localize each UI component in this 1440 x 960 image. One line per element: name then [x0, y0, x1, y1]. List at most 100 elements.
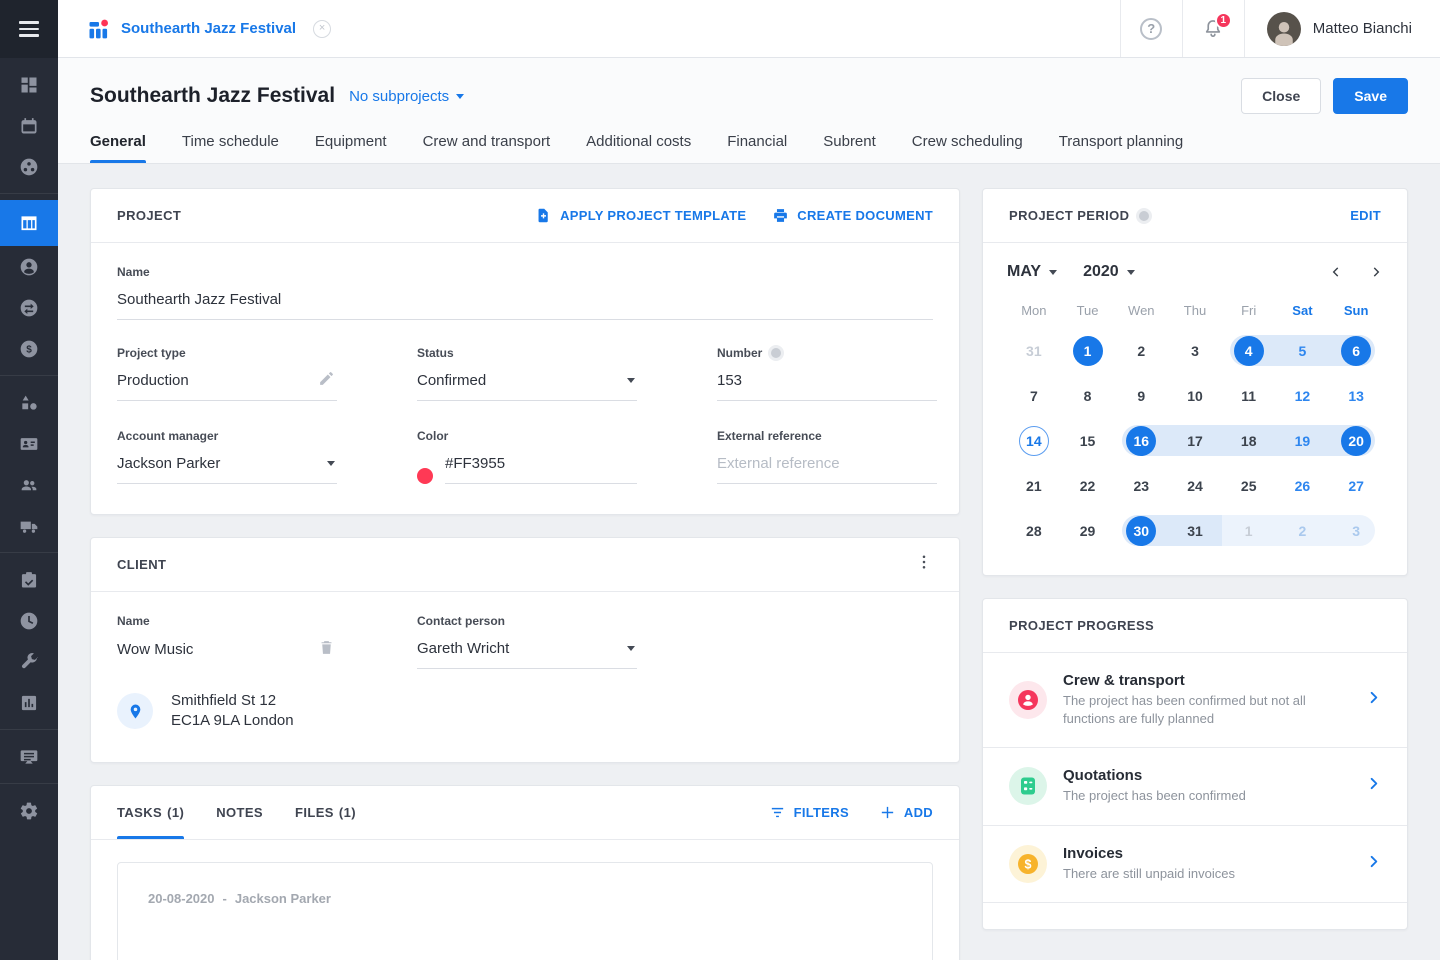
calendar-day[interactable]: 8 [1061, 373, 1115, 418]
sidebar-item-crew[interactable] [0, 464, 58, 505]
close-button[interactable]: Close [1241, 78, 1321, 114]
sidebar-item-dashboard[interactable] [0, 64, 58, 105]
status-select[interactable]: Confirmed [417, 363, 637, 401]
project-name-input[interactable] [117, 291, 931, 308]
calendar-day[interactable]: 29 [1061, 508, 1115, 553]
calendar-day[interactable]: 28 [1007, 508, 1061, 553]
color-swatch[interactable] [417, 468, 433, 484]
user-menu[interactable]: Matteo Bianchi [1244, 0, 1440, 57]
project-type-field[interactable]: Production [117, 363, 337, 401]
sidebar-item-equipment[interactable] [0, 382, 58, 423]
calendar-day[interactable]: 31 [1168, 508, 1222, 553]
calendar-day[interactable]: 3 [1168, 328, 1222, 373]
calendar-day[interactable]: 20 [1329, 418, 1383, 463]
month-select[interactable]: MAY [1007, 263, 1057, 281]
tab-financial[interactable]: Financial [727, 133, 787, 163]
sidebar-item-finance[interactable]: $ [0, 328, 58, 369]
save-button[interactable]: Save [1333, 78, 1408, 114]
tab-files[interactable]: FILES(1) [295, 786, 356, 839]
calendar-day[interactable]: 19 [1276, 418, 1330, 463]
task-list-item[interactable]: 20-08-2020 - Jackson Parker [117, 862, 933, 960]
filters-button[interactable]: FILTERS [769, 804, 849, 821]
apply-project-template-button[interactable]: APPLY PROJECT TEMPLATE [535, 207, 746, 224]
calendar-day[interactable]: 25 [1222, 463, 1276, 508]
year-select[interactable]: 2020 [1083, 263, 1135, 281]
prev-month-icon[interactable] [1329, 265, 1343, 279]
calendar-day[interactable]: 18 [1222, 418, 1276, 463]
calendar-day[interactable]: 31 [1007, 328, 1061, 373]
pencil-icon[interactable] [318, 370, 335, 391]
calendar-day[interactable]: 22 [1061, 463, 1115, 508]
calendar-day[interactable]: 21 [1007, 463, 1061, 508]
calendar-day[interactable]: 10 [1168, 373, 1222, 418]
calendar-day[interactable]: 24 [1168, 463, 1222, 508]
sidebar-item-projects[interactable] [0, 200, 58, 246]
create-document-button[interactable]: CREATE DOCUMENT [772, 207, 933, 224]
notifications-button[interactable]: 1 [1182, 0, 1244, 57]
calendar-day[interactable]: 23 [1114, 463, 1168, 508]
calendar-day[interactable]: 4 [1222, 328, 1276, 373]
tab-notes[interactable]: NOTES [216, 786, 263, 839]
number-field[interactable] [717, 363, 937, 401]
calendar-day[interactable]: 15 [1061, 418, 1115, 463]
tab-additional-costs[interactable]: Additional costs [586, 133, 691, 163]
number-input[interactable] [717, 372, 935, 389]
menu-icon[interactable] [0, 0, 58, 58]
tab-time-schedule[interactable]: Time schedule [182, 133, 279, 163]
calendar-day[interactable]: 1 [1222, 508, 1276, 553]
sidebar-item-tasks[interactable] [0, 559, 58, 600]
external-reference-field[interactable] [717, 446, 937, 484]
sidebar-item-settings[interactable] [0, 790, 58, 831]
sidebar-item-calendar[interactable] [0, 105, 58, 146]
calendar-day[interactable]: 16 [1114, 418, 1168, 463]
calendar-day[interactable]: 17 [1168, 418, 1222, 463]
add-button[interactable]: ADD [879, 804, 933, 821]
calendar-day[interactable]: 3 [1329, 508, 1383, 553]
calendar-day[interactable]: 5 [1276, 328, 1330, 373]
tab-transport-planning[interactable]: Transport planning [1059, 133, 1184, 163]
calendar-day[interactable]: 9 [1114, 373, 1168, 418]
tab-tasks[interactable]: TASKS(1) [117, 786, 184, 839]
calendar-day[interactable]: 30 [1114, 508, 1168, 553]
calendar-day[interactable]: 26 [1276, 463, 1330, 508]
calendar-day[interactable]: 11 [1222, 373, 1276, 418]
progress-item-quotations[interactable]: Quotations The project has been confirme… [983, 748, 1407, 825]
sidebar-item-account[interactable] [0, 246, 58, 287]
calendar-day[interactable]: 6 [1329, 328, 1383, 373]
kebab-menu-icon[interactable] [915, 553, 933, 576]
tab-close-icon[interactable]: × [313, 20, 331, 38]
sidebar-item-contacts[interactable] [0, 423, 58, 464]
progress-item-crew-transport[interactable]: Crew & transport The project has been co… [983, 653, 1407, 748]
sidebar-item-reports[interactable] [0, 682, 58, 723]
project-name-field[interactable] [117, 282, 933, 320]
tab-equipment[interactable]: Equipment [315, 133, 387, 163]
sidebar-item-time[interactable] [0, 600, 58, 641]
sidebar-item-transfers[interactable] [0, 287, 58, 328]
calendar-day[interactable]: 27 [1329, 463, 1383, 508]
sidebar-item-repairs[interactable] [0, 641, 58, 682]
tab-subrent[interactable]: Subrent [823, 133, 876, 163]
sidebar-item-board[interactable] [0, 736, 58, 777]
help-button[interactable]: ? [1120, 0, 1182, 57]
calendar-day[interactable]: 7 [1007, 373, 1061, 418]
color-field[interactable]: #FF3955 [445, 446, 637, 484]
external-reference-input[interactable] [717, 455, 935, 472]
calendar-day[interactable]: 12 [1276, 373, 1330, 418]
progress-item-invoices[interactable]: $ Invoices There are still unpaid invoic… [983, 826, 1407, 903]
sidebar-item-wheel[interactable] [0, 146, 58, 187]
contact-person-select[interactable]: Gareth Wricht [417, 631, 637, 669]
calendar-day[interactable]: 1 [1061, 328, 1115, 373]
calendar-day[interactable]: 2 [1276, 508, 1330, 553]
tab-crew-and-transport[interactable]: Crew and transport [423, 133, 551, 163]
calendar-day[interactable]: 13 [1329, 373, 1383, 418]
tab-general[interactable]: General [90, 133, 146, 163]
trash-icon[interactable] [318, 639, 335, 660]
sidebar-item-transport[interactable] [0, 505, 58, 546]
tab-crew-scheduling[interactable]: Crew scheduling [912, 133, 1023, 163]
subprojects-dropdown[interactable]: No subprojects [349, 88, 464, 105]
calendar-day[interactable]: 2 [1114, 328, 1168, 373]
open-project-tab[interactable]: Southearth Jazz Festival × [58, 0, 357, 57]
account-manager-select[interactable]: Jackson Parker [117, 446, 337, 484]
calendar-day[interactable]: 14 [1007, 418, 1061, 463]
edit-period-button[interactable]: EDIT [1350, 208, 1381, 223]
